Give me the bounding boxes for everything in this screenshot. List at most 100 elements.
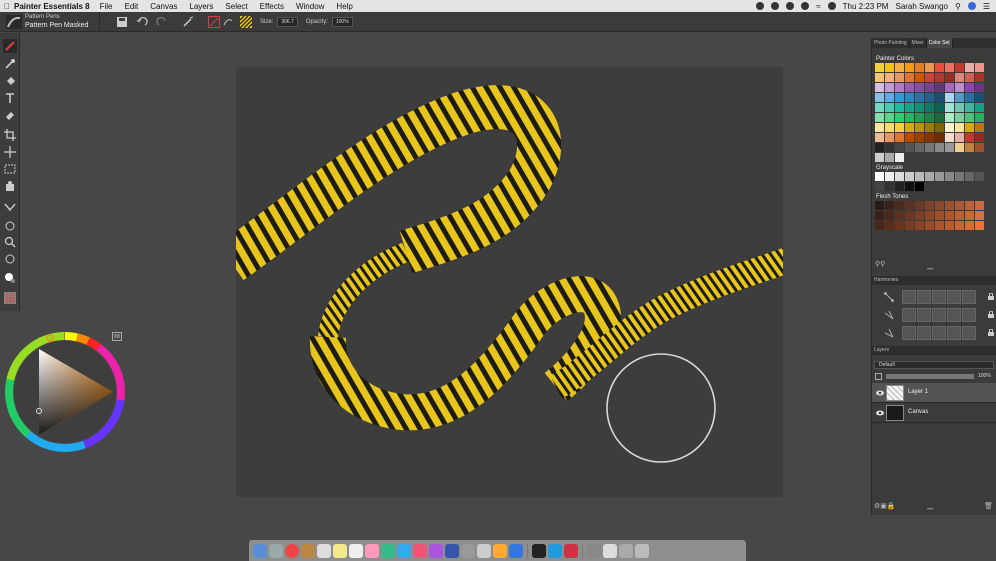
color-swatch[interactable]	[935, 221, 944, 230]
itunes-icon[interactable]	[413, 543, 427, 558]
color-swatch[interactable]	[885, 133, 894, 142]
color-swatch[interactable]	[875, 133, 884, 142]
delete-layer-icon[interactable]: 🗑	[984, 502, 993, 510]
color-swatch[interactable]	[975, 93, 984, 102]
color-swatch[interactable]	[875, 201, 884, 210]
color-swatch[interactable]	[945, 113, 954, 122]
lock-icon[interactable]	[988, 329, 994, 336]
color-swatch[interactable]	[895, 73, 904, 82]
shape-tool-icon[interactable]	[3, 199, 17, 213]
color-swatch[interactable]	[935, 73, 944, 82]
calendar-icon[interactable]	[317, 543, 331, 558]
system-preferences-icon[interactable]	[461, 543, 475, 558]
color-swatch[interactable]	[965, 73, 974, 82]
finder-icon[interactable]	[253, 543, 267, 558]
color-swatch[interactable]	[935, 113, 944, 122]
downloads-stack-icon[interactable]	[603, 543, 617, 558]
color-swatch[interactable]	[915, 182, 924, 191]
color-swatch[interactable]	[925, 143, 934, 152]
color-swatch[interactable]	[945, 133, 954, 142]
color-swatch[interactable]	[895, 63, 904, 72]
color-swatch[interactable]	[975, 103, 984, 112]
color-swatch[interactable]	[945, 93, 954, 102]
color-swatch[interactable]	[965, 63, 974, 72]
color-swatch[interactable]	[885, 83, 894, 92]
painter-app-icon[interactable]	[564, 543, 578, 558]
color-swatch[interactable]	[905, 172, 914, 181]
eye-icon[interactable]	[876, 389, 884, 397]
color-swatch[interactable]	[915, 133, 924, 142]
color-swatch[interactable]	[925, 63, 934, 72]
color-swatch[interactable]	[935, 63, 944, 72]
color-swatch[interactable]	[915, 63, 924, 72]
color-swatch[interactable]	[875, 221, 884, 230]
color-swatch[interactable]	[945, 73, 954, 82]
eye-icon[interactable]	[876, 409, 884, 417]
color-swatch[interactable]	[915, 172, 924, 181]
dropper-tool-icon[interactable]	[3, 57, 17, 71]
spotlight-icon[interactable]: ⚲	[955, 2, 961, 11]
menu-edit[interactable]: Edit	[124, 2, 138, 11]
color-swatch[interactable]	[875, 123, 884, 132]
color-swatch[interactable]	[965, 123, 974, 132]
color-swatch[interactable]	[955, 123, 964, 132]
color-swatch[interactable]	[905, 211, 914, 220]
color-swatch[interactable]	[895, 182, 904, 191]
word-app-icon[interactable]	[548, 543, 562, 558]
contacts-icon[interactable]	[301, 543, 315, 558]
transform-tool-icon[interactable]	[3, 145, 17, 159]
color-swatch[interactable]	[965, 133, 974, 142]
bluetooth-status-icon[interactable]	[801, 2, 810, 10]
color-swatch[interactable]	[925, 133, 934, 142]
color-swatch[interactable]	[905, 182, 914, 191]
color-swatch[interactable]	[915, 83, 924, 92]
color-swatch[interactable]	[885, 73, 894, 82]
color-swatch[interactable]	[945, 63, 954, 72]
color-swatch[interactable]	[935, 143, 944, 152]
terminal-icon[interactable]	[532, 543, 546, 558]
chrome-icon[interactable]	[285, 543, 299, 558]
pattern-swatch-icon[interactable]	[240, 15, 252, 28]
color-swatch[interactable]	[885, 113, 894, 122]
color-swatch[interactable]	[885, 211, 894, 220]
color-swatch[interactable]	[875, 153, 884, 162]
menu-layers[interactable]: Layers	[189, 2, 213, 11]
color-swatch[interactable]	[925, 93, 934, 102]
photos-icon[interactable]	[365, 543, 379, 558]
color-swatch[interactable]	[975, 143, 984, 152]
color-set-search-icon[interactable]: ⚲⚲	[875, 260, 885, 268]
color-swatch[interactable]	[895, 172, 904, 181]
main-color-icon[interactable]	[3, 271, 17, 285]
color-swatch[interactable]	[905, 73, 914, 82]
color-swatch[interactable]	[945, 83, 954, 92]
color-swatch[interactable]	[895, 113, 904, 122]
color-swatch[interactable]	[955, 143, 964, 152]
wifi-icon[interactable]: ≈	[816, 2, 820, 11]
color-swatch[interactable]	[975, 172, 984, 181]
ibooks-icon[interactable]	[493, 543, 507, 558]
menu-select[interactable]: Select	[225, 2, 247, 11]
color-swatch[interactable]	[895, 133, 904, 142]
tab-mixer[interactable]: Mixer	[910, 38, 927, 48]
eraser-tool-icon[interactable]	[3, 108, 17, 122]
color-swatch[interactable]	[875, 182, 884, 191]
color-swatch[interactable]	[895, 93, 904, 102]
color-swatch[interactable]	[905, 143, 914, 152]
brush-tool-icon[interactable]	[3, 39, 17, 53]
color-swatch[interactable]	[925, 201, 934, 210]
color-swatch[interactable]	[905, 123, 914, 132]
color-swatch[interactable]	[945, 201, 954, 210]
layer-opacity-value[interactable]: 100%	[978, 373, 991, 379]
facetime-icon[interactable]	[381, 543, 395, 558]
color-swatch[interactable]	[895, 221, 904, 230]
documents-stack-icon[interactable]	[587, 543, 601, 558]
clock[interactable]: Thu 2:23 PM	[843, 2, 889, 11]
color-swatch[interactable]	[935, 211, 944, 220]
document-canvas[interactable]	[236, 67, 783, 497]
color-swatch[interactable]	[955, 172, 964, 181]
color-swatch[interactable]	[905, 103, 914, 112]
grayscale-swatches[interactable]	[872, 172, 996, 191]
panel-resize-handle[interactable]: •••	[927, 507, 933, 513]
grabber-tool-icon[interactable]	[3, 218, 17, 232]
brush-options-icon[interactable]	[182, 16, 194, 28]
